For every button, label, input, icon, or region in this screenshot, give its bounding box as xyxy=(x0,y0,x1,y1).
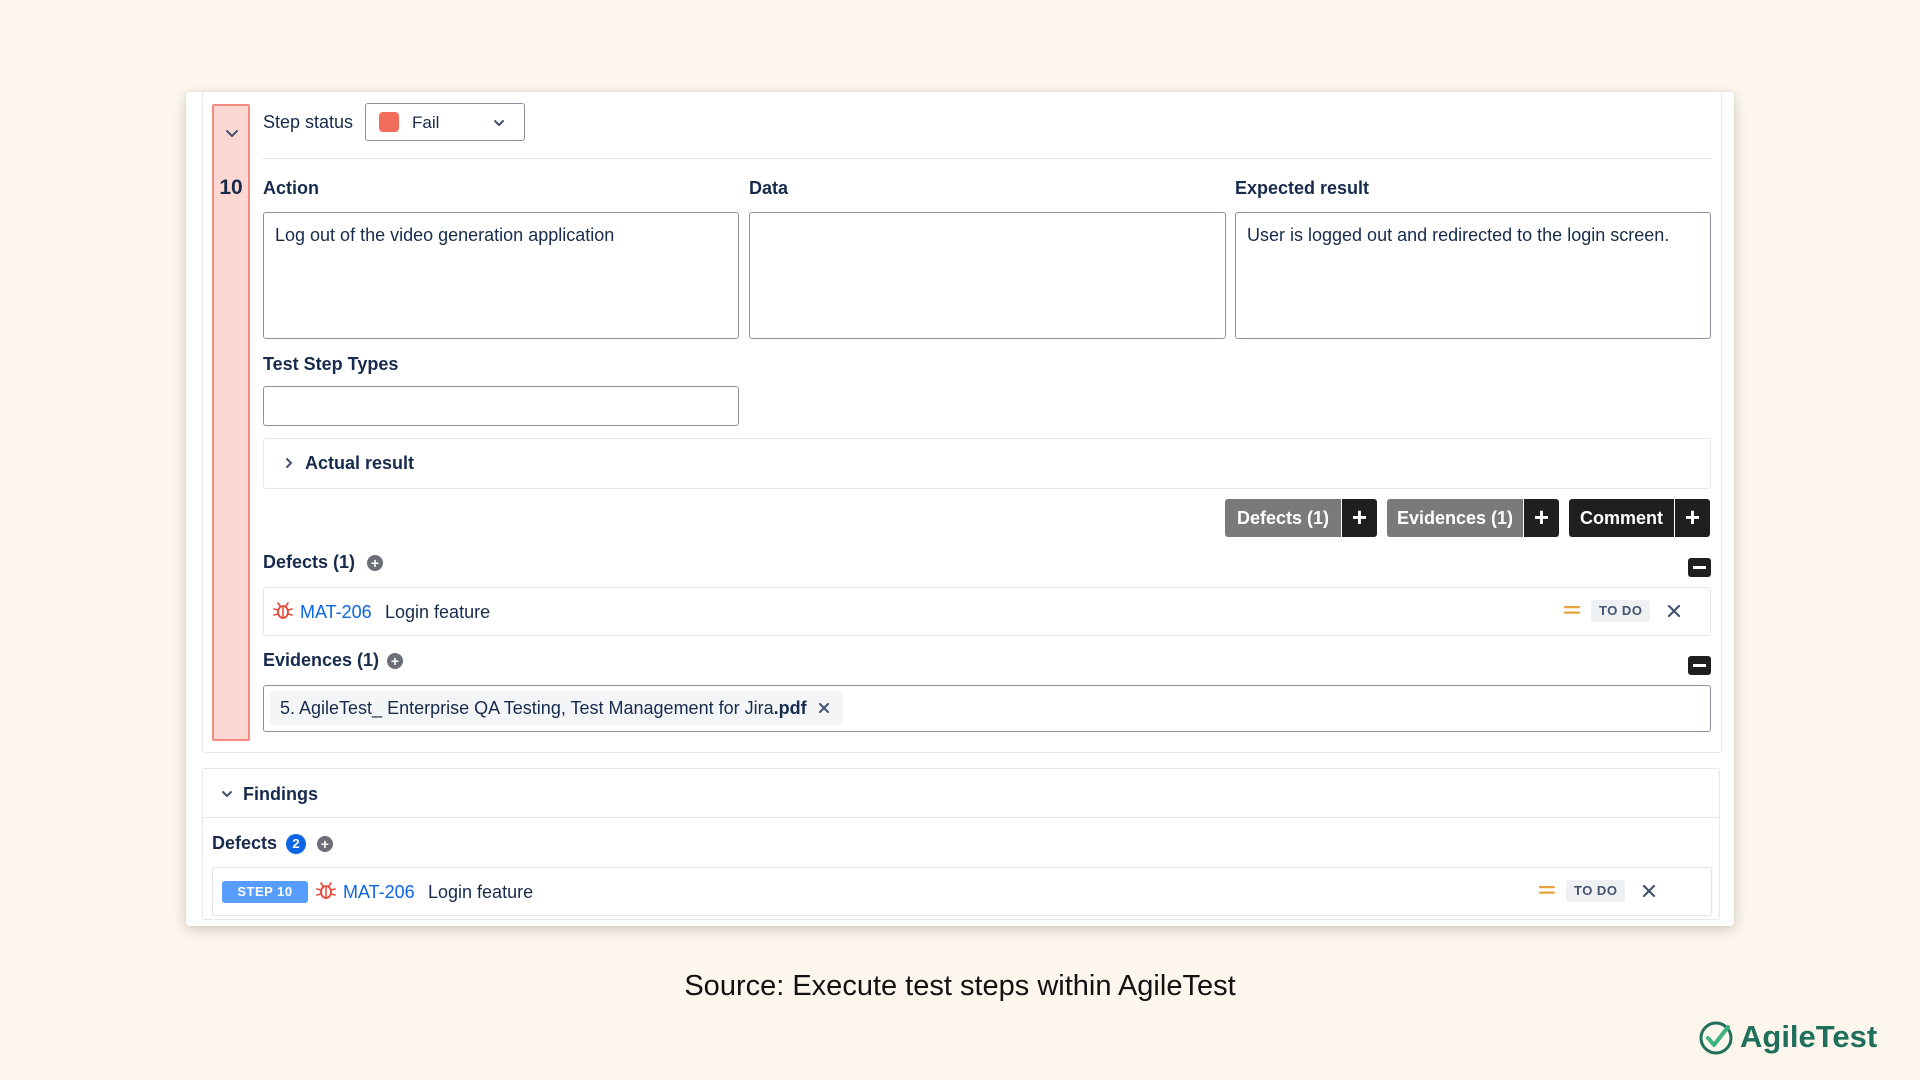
brand-name: AgileTest xyxy=(1740,1019,1878,1054)
add-circle-icon[interactable]: + xyxy=(317,836,333,852)
defects-section-label: Defects (1) xyxy=(263,552,356,572)
step-status-label: Step status xyxy=(263,112,354,132)
add-comment-button[interactable]: + xyxy=(1675,499,1710,537)
evidence-list: 5. AgileTest_ Enterprise QA Testing, Tes… xyxy=(263,685,1711,732)
collapse-defects-button[interactable] xyxy=(1688,558,1711,577)
defects-count-badge: 2 xyxy=(286,834,306,854)
evidences-tab-button[interactable]: Evidences (1) xyxy=(1387,499,1523,537)
expected-result-label: Expected result xyxy=(1235,178,1370,198)
findings-defect-row[interactable]: STEP 10 MAT-206 Login feature TO DO xyxy=(212,867,1712,916)
divider xyxy=(263,158,1711,159)
status-badge: TO DO xyxy=(1591,600,1651,622)
step-badge: STEP 10 xyxy=(222,881,308,903)
step-status-select[interactable]: Fail xyxy=(365,103,525,141)
test-step-types-field[interactable] xyxy=(263,386,739,426)
chevron-down-icon xyxy=(222,791,232,797)
evidence-file-chip[interactable]: 5. AgileTest_ Enterprise QA Testing, Tes… xyxy=(270,691,843,725)
findings-panel: Findings Defects 2 + STEP 10 MAT-206 Log… xyxy=(202,768,1720,920)
action-field[interactable]: Log out of the video generation applicat… xyxy=(263,212,739,339)
data-field[interactable] xyxy=(749,212,1226,339)
bug-icon xyxy=(316,882,336,899)
status-color-swatch xyxy=(379,112,399,132)
add-evidence-button[interactable]: + xyxy=(1524,499,1559,537)
expected-result-field[interactable]: User is logged out and redirected to the… xyxy=(1235,212,1711,339)
findings-toggle[interactable]: Findings xyxy=(203,769,1719,818)
defects-tab-button[interactable]: Defects (1) xyxy=(1225,499,1341,537)
evidence-file-name: 5. AgileTest_ Enterprise QA Testing, Tes… xyxy=(280,698,774,718)
add-circle-icon[interactable]: + xyxy=(367,555,383,571)
status-badge: TO DO xyxy=(1566,880,1626,902)
issue-title: Login feature xyxy=(385,602,491,622)
chevron-down-icon[interactable] xyxy=(223,124,241,142)
add-circle-icon[interactable]: + xyxy=(387,653,403,669)
close-icon[interactable] xyxy=(1665,602,1683,620)
step-rail: 10 xyxy=(212,104,250,741)
action-label: Action xyxy=(263,178,319,198)
issue-key-link[interactable]: MAT-206 xyxy=(343,882,415,903)
close-icon[interactable] xyxy=(1640,882,1658,900)
defect-row[interactable]: MAT-206 Login feature TO DO xyxy=(263,587,1711,636)
evidence-file-ext: .pdf xyxy=(773,698,807,718)
chevron-down-icon xyxy=(494,120,504,126)
collapse-evidences-button[interactable] xyxy=(1688,656,1711,675)
step-number: 10 xyxy=(219,176,243,199)
close-icon[interactable] xyxy=(817,701,831,715)
test-step-card: 10 Step status Fail Action Log out of th… xyxy=(186,92,1734,926)
test-step-types-label: Test Step Types xyxy=(263,354,399,374)
chevron-right-icon xyxy=(286,458,292,468)
bug-icon xyxy=(273,602,293,619)
priority-medium-icon xyxy=(1539,886,1555,894)
issue-key-link[interactable]: MAT-206 xyxy=(300,602,372,623)
actual-result-toggle[interactable]: Actual result xyxy=(263,438,1711,489)
data-label: Data xyxy=(749,178,789,198)
findings-defects-label: Defects xyxy=(212,833,278,853)
priority-medium-icon xyxy=(1564,606,1580,614)
findings-label: Findings xyxy=(243,784,318,804)
evidences-section-label: Evidences (1) xyxy=(263,650,380,670)
caption: Source: Execute test steps within AgileT… xyxy=(684,970,1236,1002)
check-circle-icon xyxy=(1699,1021,1733,1055)
add-defect-button[interactable]: + xyxy=(1342,499,1377,537)
actual-result-label: Actual result xyxy=(305,453,415,473)
issue-title: Login feature xyxy=(428,882,534,902)
status-value: Fail xyxy=(412,113,440,132)
comment-button[interactable]: Comment xyxy=(1569,499,1674,537)
